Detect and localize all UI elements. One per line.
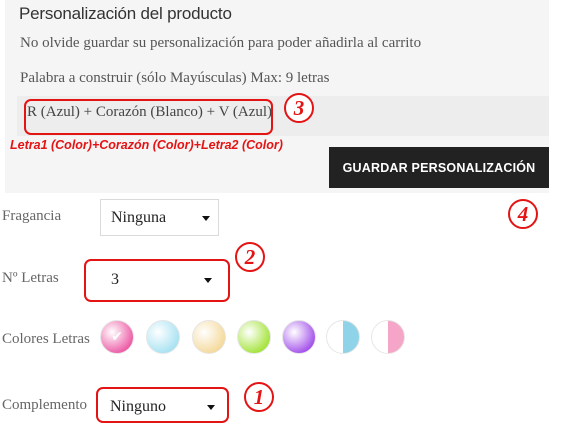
color-swatch-light-blue[interactable] xyxy=(146,320,180,354)
save-customization-button[interactable]: GUARDAR PERSONALIZACIÓN xyxy=(329,147,549,188)
word-highlight-box xyxy=(24,99,273,135)
letter-colors-label: Colores Letras xyxy=(2,331,90,347)
letters-count-label: Nº Letras xyxy=(2,270,59,286)
word-field-label: Palabra a construir (sólo Mayúsculas) Ma… xyxy=(20,70,330,86)
word-format-hint: Letra1 (Color)+Corazón (Color)+Letra2 (C… xyxy=(10,138,283,152)
save-reminder-note: No olvide guardar su personalización par… xyxy=(20,35,422,51)
complement-label: Complemento xyxy=(2,397,87,413)
fragrance-label: Fragancia xyxy=(2,208,62,224)
customization-title: Personalización del producto xyxy=(19,4,232,23)
color-swatch-pink[interactable]: ✔ xyxy=(100,320,134,354)
color-swatch-lime-green[interactable] xyxy=(237,320,271,354)
color-swatch-white-blue[interactable] xyxy=(326,320,360,354)
fragrance-select-value: Ninguna xyxy=(111,208,167,226)
complement-highlight-box xyxy=(96,387,229,423)
chevron-down-icon xyxy=(202,215,210,221)
annotation-marker-3: 3 xyxy=(284,93,314,123)
annotation-marker-4: 4 xyxy=(508,199,538,229)
color-swatch-cream[interactable] xyxy=(192,320,226,354)
annotation-marker-1: 1 xyxy=(244,382,274,412)
letters-count-highlight-box xyxy=(84,259,230,302)
check-icon: ✔ xyxy=(111,329,123,345)
color-swatch-purple[interactable] xyxy=(282,320,316,354)
fragrance-select[interactable]: Ninguna xyxy=(100,199,219,236)
color-swatch-white-pink[interactable] xyxy=(371,320,405,354)
annotation-marker-2: 2 xyxy=(235,242,265,272)
